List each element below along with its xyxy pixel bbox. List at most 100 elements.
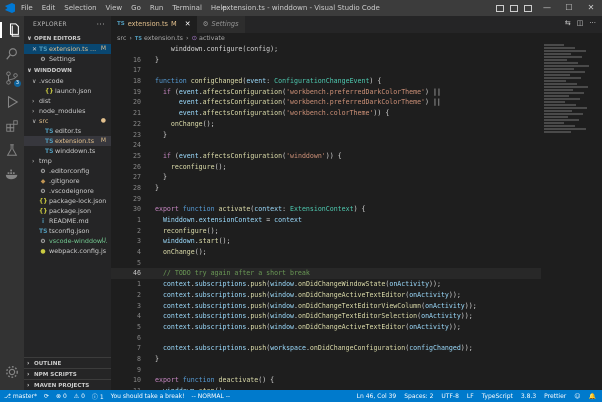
accounts-gear-icon[interactable]: [4, 364, 20, 380]
end-of-line[interactable]: LF: [467, 393, 474, 400]
explorer-icon[interactable]: [0, 22, 24, 38]
code-line[interactable]: 29: [111, 194, 541, 205]
tree-item[interactable]: › node_modules: [24, 106, 111, 116]
more-actions-icon[interactable]: ···: [589, 19, 596, 27]
close-icon[interactable]: ✕: [32, 45, 39, 54]
feedback-icon[interactable]: ☺: [574, 393, 580, 400]
menu-edit[interactable]: Edit: [42, 4, 56, 12]
problems-warnings[interactable]: ⚠ 0: [74, 393, 85, 400]
menu-selection[interactable]: Selection: [64, 4, 96, 12]
tree-item[interactable]: ⚙ .editorconfig: [24, 166, 111, 176]
open-editor-extension-ts[interactable]: ✕ TS extension.ts ... M: [24, 44, 111, 54]
source-control-icon[interactable]: 3: [4, 70, 21, 87]
code-line[interactable]: 10 export function deactivate() {: [111, 375, 541, 386]
more-actions-icon[interactable]: ···: [96, 16, 105, 34]
editor-scrollbar[interactable]: [592, 44, 602, 390]
workspace-header[interactable]: ∨ WINDDOWN: [24, 66, 111, 76]
code-line[interactable]: 8}: [111, 354, 541, 365]
git-branch[interactable]: ⎇ master*: [4, 393, 37, 400]
run-debug-icon[interactable]: [4, 94, 20, 110]
code-line[interactable]: 23 }: [111, 130, 541, 141]
tree-item[interactable]: TS extension.ts M: [24, 136, 111, 146]
code-line[interactable]: 2 reconfigure();: [111, 226, 541, 237]
code-line[interactable]: 28}: [111, 183, 541, 194]
code-line[interactable]: 19 if (event.affectsConfiguration('workb…: [111, 87, 541, 98]
tree-item[interactable]: › tmp: [24, 156, 111, 166]
compare-icon[interactable]: ⇆: [565, 19, 571, 27]
tree-item[interactable]: ◆ .gitignore: [24, 176, 111, 186]
tree-item[interactable]: i README.md: [24, 216, 111, 226]
minimize-button[interactable]: —: [536, 0, 558, 16]
tree-item[interactable]: ∨ src ●: [24, 116, 111, 126]
prettier-status[interactable]: Prettier: [544, 393, 566, 400]
breadcrumb-folder[interactable]: src: [117, 34, 126, 42]
code-editor[interactable]: winddown.configure(config); 16} 17 18 functi…: [111, 44, 541, 390]
extensions-icon[interactable]: [4, 118, 20, 134]
code-line[interactable]: 16}: [111, 55, 541, 66]
code-line[interactable]: 5: [111, 258, 541, 269]
cursor-position[interactable]: Ln 46, Col 39: [357, 393, 397, 400]
code-line[interactable]: 46 // TODO try again after a short break: [111, 268, 541, 280]
problems-errors[interactable]: ⊗ 0: [56, 393, 67, 400]
code-line[interactable]: winddown.configure(config);: [111, 44, 541, 55]
typescript-version[interactable]: 3.8.3: [521, 393, 536, 400]
code-line[interactable]: 1 context.subscriptions.push(window.onDi…: [111, 279, 541, 290]
menu-terminal[interactable]: Terminal: [172, 4, 202, 12]
menu-go[interactable]: Go: [131, 4, 141, 12]
code-line[interactable]: 4 onChange();: [111, 247, 541, 258]
menu-view[interactable]: View: [106, 4, 123, 12]
toggle-panel-icon[interactable]: [510, 4, 518, 12]
code-line[interactable]: 7 context.subscriptions.push(workspace.o…: [111, 343, 541, 354]
language-mode[interactable]: TypeScript: [482, 393, 513, 400]
menu-run[interactable]: Run: [150, 4, 163, 12]
code-line[interactable]: 17: [111, 65, 541, 76]
toggle-secondary-sidebar-icon[interactable]: [524, 4, 532, 12]
tree-item[interactable]: ⚙ .vscodeignore: [24, 186, 111, 196]
tree-item[interactable]: ∨ .vscode: [24, 76, 111, 86]
problems-info[interactable]: ⓘ 1: [92, 392, 104, 401]
tree-item[interactable]: ● webpack.config.js: [24, 246, 111, 256]
indentation[interactable]: Spaces: 2: [404, 393, 433, 400]
open-editors-header[interactable]: ∨ OPEN EDITORS: [24, 34, 111, 44]
code-line[interactable]: 6: [111, 333, 541, 344]
tree-item[interactable]: ⚙ vscode-winddow... U: [24, 236, 111, 246]
tree-item[interactable]: TS tsconfig.json: [24, 226, 111, 236]
code-line[interactable]: 2 context.subscriptions.push(window.onDi…: [111, 290, 541, 301]
code-line[interactable]: 21 event.affectsConfiguration('workbench…: [111, 108, 541, 119]
maven-projects-header[interactable]: › MAVEN PROJECTS: [24, 379, 111, 390]
sync-icon[interactable]: ⟳: [44, 393, 49, 400]
breadcrumb-symbol[interactable]: activate: [199, 34, 225, 42]
code-line[interactable]: 24: [111, 140, 541, 151]
outline-header[interactable]: › OUTLINE: [24, 357, 111, 368]
open-editor-settings[interactable]: ⚙ Settings: [24, 54, 111, 64]
tree-item[interactable]: {}package.json: [24, 206, 111, 216]
npm-scripts-header[interactable]: › NPM SCRIPTS: [24, 368, 111, 379]
maximize-button[interactable]: ☐: [558, 0, 580, 16]
tree-item[interactable]: TS editor.ts: [24, 126, 111, 136]
menu-help[interactable]: Help: [211, 4, 227, 12]
testing-icon[interactable]: [4, 142, 20, 158]
toggle-sidebar-icon[interactable]: [496, 4, 504, 12]
code-line[interactable]: 20 event.affectsConfiguration('workbench…: [111, 97, 541, 108]
menu-file[interactable]: File: [21, 4, 33, 12]
code-line[interactable]: 27 }: [111, 172, 541, 183]
close-window-button[interactable]: ✕: [580, 0, 602, 16]
tree-item[interactable]: {}launch.json: [24, 86, 111, 96]
tab-settings[interactable]: ⚙ Settings: [196, 16, 245, 33]
code-line[interactable]: 5 context.subscriptions.push(window.onDi…: [111, 322, 541, 333]
split-editor-icon[interactable]: ◫: [577, 19, 584, 27]
code-line[interactable]: 3 context.subscriptions.push(window.onDi…: [111, 301, 541, 312]
close-icon[interactable]: ✕: [185, 16, 191, 33]
breadcrumb-file[interactable]: extension.ts: [144, 34, 183, 42]
code-line[interactable]: 1 Winddown.extensionContext = context: [111, 215, 541, 226]
code-line[interactable]: 22 onChange();: [111, 119, 541, 130]
docker-icon[interactable]: [4, 166, 20, 182]
code-line[interactable]: 4 context.subscriptions.push(window.onDi…: [111, 311, 541, 322]
code-line[interactable]: 3 winddown.start();: [111, 236, 541, 247]
encoding[interactable]: UTF-8: [441, 393, 459, 400]
tree-item[interactable]: › dist: [24, 96, 111, 106]
tree-item[interactable]: {}package-lock.json: [24, 196, 111, 206]
notifications-bell-icon[interactable]: 🔔: [589, 393, 596, 400]
tab-extension-ts[interactable]: TS extension.ts M ✕: [111, 16, 197, 33]
code-line[interactable]: 25 if (event.affectsConfiguration('windd…: [111, 151, 541, 162]
